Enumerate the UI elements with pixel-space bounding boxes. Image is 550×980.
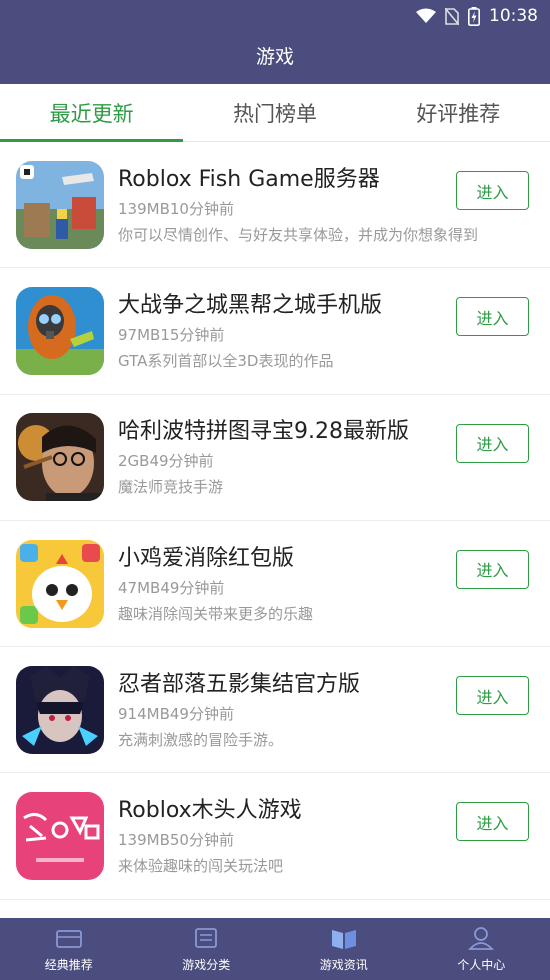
list-item[interactable]: 小鸡爱消除红包版 47MB49分钟前 趣味消除闯关带来更多的乐趣 进入 bbox=[0, 521, 550, 648]
enter-button[interactable]: 进入 bbox=[456, 171, 529, 210]
tab-top-rated[interactable]: 好评推荐 bbox=[367, 84, 550, 141]
game-description: 充满刺激感的冒险手游。 bbox=[118, 730, 284, 749]
game-description: 趣味消除闯关带来更多的乐趣 bbox=[118, 604, 314, 623]
tab-hot-ranking[interactable]: 热门榜单 bbox=[183, 84, 366, 141]
app-header: 10:38 游戏 bbox=[0, 0, 550, 84]
chick-icon bbox=[16, 539, 104, 628]
game-description: GTA系列首部以全3D表现的作品 bbox=[118, 351, 334, 370]
nav-label: 游戏资讯 bbox=[319, 958, 368, 972]
battery-icon bbox=[468, 6, 480, 26]
game-description: 你可以尽情创作、与好友共享体验，并成为你想象得到 bbox=[118, 225, 479, 244]
nav-profile[interactable]: 个人中心 bbox=[413, 918, 550, 980]
enter-button[interactable]: 进入 bbox=[456, 297, 529, 337]
enter-button[interactable]: 进入 bbox=[456, 802, 529, 842]
news-icon bbox=[331, 930, 356, 949]
category-icon bbox=[195, 928, 218, 948]
tab-bar: 最近更新 热门榜单 好评推荐 bbox=[0, 84, 550, 142]
status-bar: 10:38 bbox=[416, 0, 550, 32]
nav-label: 经典推荐 bbox=[44, 958, 93, 972]
enter-button[interactable]: 进入 bbox=[456, 549, 529, 589]
enter-button[interactable]: 进入 bbox=[456, 676, 529, 716]
list-item[interactable]: 大战争之城黑帮之城手机版 97MB15分钟前 GTA系列首部以全3D表现的作品 … bbox=[0, 268, 550, 395]
nav-category[interactable]: 游戏分类 bbox=[138, 918, 276, 980]
list-item[interactable]: Roblox Fish Game服务器 139MB10分钟前 你可以尽情创作、与… bbox=[0, 142, 550, 269]
game-description: 来体验趣味的闯关玩法吧 bbox=[118, 857, 284, 876]
nav-classic[interactable]: 经典推荐 bbox=[0, 918, 138, 980]
game-description: 魔法师竞技手游 bbox=[118, 478, 224, 497]
classic-icon bbox=[55, 930, 82, 948]
status-time: 10:38 bbox=[489, 6, 538, 26]
no-sim-icon bbox=[445, 7, 459, 25]
gang-city-icon bbox=[16, 286, 104, 375]
list-item[interactable]: Roblox木头人游戏 139MB50分钟前 来体验趣味的闯关玩法吧 进入 bbox=[0, 773, 550, 900]
ninja-icon bbox=[16, 665, 104, 754]
wifi-icon bbox=[416, 8, 436, 23]
page-title: 游戏 bbox=[255, 46, 294, 68]
nav-label: 个人中心 bbox=[457, 958, 506, 972]
list-item[interactable]: 哈利波特拼图寻宝9.28最新版 2GB49分钟前 魔法师竞技手游 进入 bbox=[0, 395, 550, 521]
squid-game-icon bbox=[16, 792, 104, 881]
enter-button[interactable]: 进入 bbox=[456, 423, 529, 463]
nav-news[interactable]: 游戏资讯 bbox=[275, 918, 413, 980]
list-item[interactable]: 忍者部落五影集结官方版 914MB49分钟前 充满刺激感的冒险手游。 进入 bbox=[0, 647, 550, 774]
tab-recent-updates[interactable]: 最近更新 bbox=[0, 84, 184, 142]
harry-potter-icon bbox=[16, 413, 104, 502]
user-icon bbox=[468, 927, 495, 950]
game-list: Roblox Fish Game服务器 139MB10分钟前 你可以尽情创作、与… bbox=[0, 142, 550, 900]
bottom-navigation: 经典推荐 游戏分类 游戏资讯 个人中心 bbox=[0, 918, 550, 980]
roblox-fish-icon bbox=[16, 160, 104, 249]
nav-label: 游戏分类 bbox=[182, 958, 231, 972]
